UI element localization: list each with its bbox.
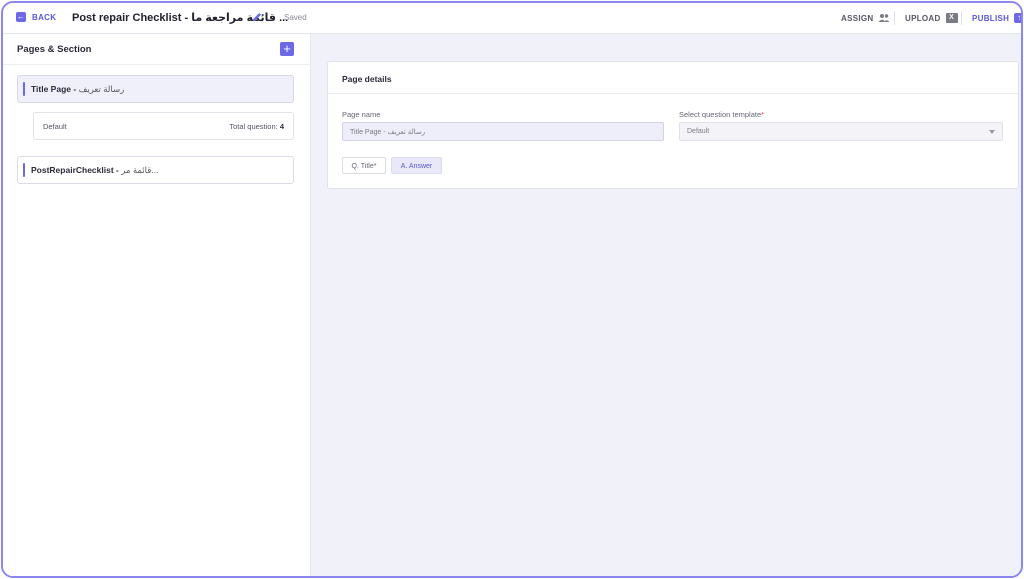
upload-label: UPLOAD	[905, 13, 941, 23]
add-page-button[interactable]: +	[280, 42, 294, 56]
template-label: Select question template*	[679, 110, 764, 119]
back-label: BACK	[32, 12, 57, 22]
section-name: Default	[43, 122, 67, 131]
pages-sidebar: Pages & Section + Title Page - رسالة تعر…	[3, 34, 311, 576]
page-details-card: Page details Page name Select question t…	[327, 61, 1019, 189]
page-item-postrepairchecklist[interactable]: PostRepairChecklist - قائمة مر...	[17, 156, 294, 184]
pencil-icon[interactable]	[251, 11, 263, 23]
plus-icon: +	[283, 41, 291, 56]
upload-arrow-icon: ↑	[1014, 13, 1021, 23]
question-count-value: 4	[279, 122, 284, 131]
page-item-title-page[interactable]: Title Page - رسالة تعريف	[17, 75, 294, 103]
question-count: Total question: 4	[229, 122, 284, 131]
page-name-input[interactable]	[342, 122, 664, 141]
page-indicator	[23, 82, 25, 96]
back-button[interactable]: ← BACK	[16, 12, 56, 22]
page-item-label: Title Page - رسالة تعريف	[31, 84, 125, 94]
assign-label: ASSIGN	[841, 13, 874, 23]
app-window: ← BACK Post repair Checklist - قائمة مرا…	[1, 1, 1023, 578]
template-label-text: Select question template	[679, 110, 762, 119]
card-title: Page details	[342, 74, 392, 84]
sidebar-title: Pages & Section	[17, 44, 92, 55]
question-template-select[interactable]: Default	[679, 122, 1003, 141]
main-panel: Page details Page name Select question t…	[311, 34, 1021, 576]
top-bar: ← BACK Post repair Checklist - قائمة مرا…	[3, 3, 1021, 34]
upload-button[interactable]: UPLOAD X	[905, 13, 958, 23]
section-item-default[interactable]: Default Total question: 4	[33, 112, 294, 140]
divider	[894, 11, 895, 25]
page-name: Title Page	[31, 84, 71, 94]
question-count-label: Total question:	[229, 122, 278, 131]
page-item-label: PostRepairChecklist - قائمة مر...	[31, 165, 159, 175]
select-value: Default	[687, 128, 710, 135]
people-icon	[878, 14, 890, 22]
publish-label: PUBLISH	[972, 13, 1010, 23]
card-header: Page details	[328, 62, 1018, 94]
page-name-label: Page name	[342, 110, 381, 119]
divider	[961, 11, 962, 25]
sidebar-header: Pages & Section +	[3, 34, 310, 65]
page-name: PostRepairChecklist	[31, 165, 114, 175]
back-arrow-icon: ←	[16, 12, 26, 22]
page-name-arabic: رسالة تعريف	[78, 84, 125, 94]
excel-icon: X	[945, 13, 958, 23]
page-indicator	[23, 163, 25, 177]
required-marker: *	[761, 110, 765, 119]
title-chip[interactable]: Q. Title*	[342, 157, 386, 174]
page-name-arabic: قائمة مر...	[121, 165, 159, 175]
save-status: Saved	[284, 13, 307, 22]
answer-chip[interactable]: A. Answer	[391, 157, 442, 174]
publish-button[interactable]: PUBLISH ↑	[972, 13, 1021, 23]
assign-button[interactable]: ASSIGN	[841, 13, 890, 23]
chevron-down-icon	[989, 130, 995, 134]
